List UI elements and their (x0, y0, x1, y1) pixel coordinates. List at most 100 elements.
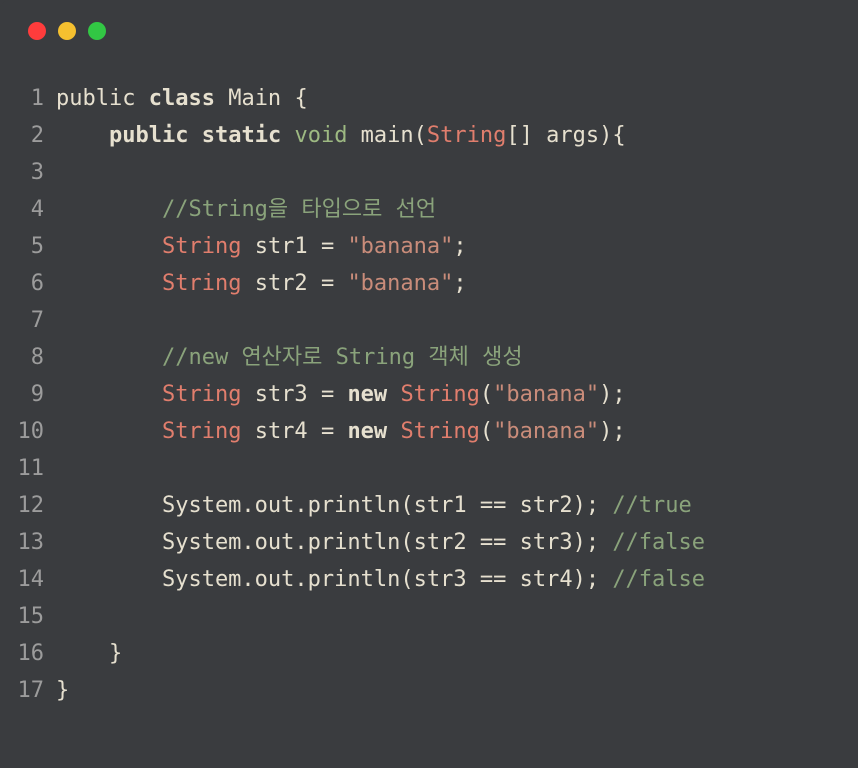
code-token (56, 345, 162, 370)
line-number: 17 (8, 672, 44, 709)
code-token: ){ (599, 123, 626, 148)
code-token: str3 (241, 382, 320, 407)
code-token: ; (453, 271, 466, 296)
code-token: } (56, 678, 69, 703)
code-token: void (294, 123, 347, 148)
code-token (56, 641, 109, 666)
code-token: String (400, 419, 479, 444)
code-token: public (56, 86, 149, 111)
code-token: new (347, 419, 387, 444)
code-token: new (347, 382, 387, 407)
code-line: String str4 = new String("banana"); (56, 413, 705, 450)
code-token: //false (612, 567, 705, 592)
code-token: public (109, 123, 188, 148)
code-token: [] (506, 123, 546, 148)
code-token (56, 234, 162, 259)
minimize-icon[interactable] (58, 22, 76, 40)
code-token: str2); (506, 493, 612, 518)
code-line (56, 450, 705, 487)
code-line (56, 302, 705, 339)
code-token (56, 419, 162, 444)
code-token: System.out.println(str2 (56, 530, 480, 555)
code-token: String (162, 271, 241, 296)
code-token: ); (599, 382, 626, 407)
line-number: 5 (8, 228, 44, 265)
code-token: str1 (241, 234, 320, 259)
code-token (334, 234, 347, 259)
code-line: String str2 = "banana"; (56, 265, 705, 302)
code-token (188, 123, 201, 148)
code-token: System.out.println(str3 (56, 567, 480, 592)
code-token: static (202, 123, 281, 148)
maximize-icon[interactable] (88, 22, 106, 40)
code-token (56, 197, 162, 222)
code-token: "banana" (493, 382, 599, 407)
line-number: 13 (8, 524, 44, 561)
code-token (334, 419, 347, 444)
code-token (56, 382, 162, 407)
line-number: 1 (8, 80, 44, 117)
code-token: String (162, 419, 241, 444)
code-token (387, 419, 400, 444)
code-token: //false (612, 530, 705, 555)
window-titlebar (0, 22, 858, 40)
line-number-gutter: 1234567891011121314151617 (8, 80, 56, 709)
line-number: 16 (8, 635, 44, 672)
code-token (281, 123, 294, 148)
code-token (56, 271, 162, 296)
code-token: String (427, 123, 506, 148)
code-window: 1234567891011121314151617 public class M… (0, 0, 858, 768)
code-token (56, 123, 109, 148)
code-token: Main (215, 86, 294, 111)
code-line (56, 154, 705, 191)
code-line: System.out.println(str3 == str4); //fals… (56, 561, 705, 598)
code-token: //String을 타입으로 선언 (162, 197, 436, 222)
code-token: ; (453, 234, 466, 259)
code-line: String str1 = "banana"; (56, 228, 705, 265)
code-token: == (480, 530, 507, 555)
code-token: "banana" (347, 234, 453, 259)
code-line: System.out.println(str2 == str3); //fals… (56, 524, 705, 561)
close-icon[interactable] (28, 22, 46, 40)
line-number: 14 (8, 561, 44, 598)
code-editor: 1234567891011121314151617 public class M… (0, 80, 858, 709)
code-line: public static void main(String[] args){ (56, 117, 705, 154)
code-token (334, 271, 347, 296)
code-token: = (321, 382, 334, 407)
code-token: = (321, 271, 334, 296)
code-token: == (480, 567, 507, 592)
code-token: class (149, 86, 215, 111)
code-token: //new 연산자로 String 객체 생성 (162, 345, 523, 370)
code-token: = (321, 234, 334, 259)
line-number: 12 (8, 487, 44, 524)
code-token: = (321, 419, 334, 444)
code-token: "banana" (493, 419, 599, 444)
code-token: String (162, 382, 241, 407)
code-line: //String을 타입으로 선언 (56, 191, 705, 228)
line-number: 7 (8, 302, 44, 339)
code-token: String (400, 382, 479, 407)
code-token: ); (599, 419, 626, 444)
line-number: 3 (8, 154, 44, 191)
code-token: //true (612, 493, 691, 518)
code-line: String str3 = new String("banana"); (56, 376, 705, 413)
code-line: //new 연산자로 String 객체 생성 (56, 339, 705, 376)
line-number: 11 (8, 450, 44, 487)
code-line: } (56, 635, 705, 672)
code-token: { (294, 86, 307, 111)
code-token: } (109, 641, 122, 666)
code-token: str2 (241, 271, 320, 296)
line-number: 2 (8, 117, 44, 154)
code-token (334, 382, 347, 407)
code-token: str3); (506, 530, 612, 555)
code-token: str4 (241, 419, 320, 444)
code-token: ( (414, 123, 427, 148)
line-number: 9 (8, 376, 44, 413)
code-token: String (162, 234, 241, 259)
code-token: args (546, 123, 599, 148)
code-token: ( (480, 419, 493, 444)
code-area: public class Main { public static void m… (56, 80, 705, 709)
line-number: 4 (8, 191, 44, 228)
code-line: public class Main { (56, 80, 705, 117)
code-token: "banana" (347, 271, 453, 296)
